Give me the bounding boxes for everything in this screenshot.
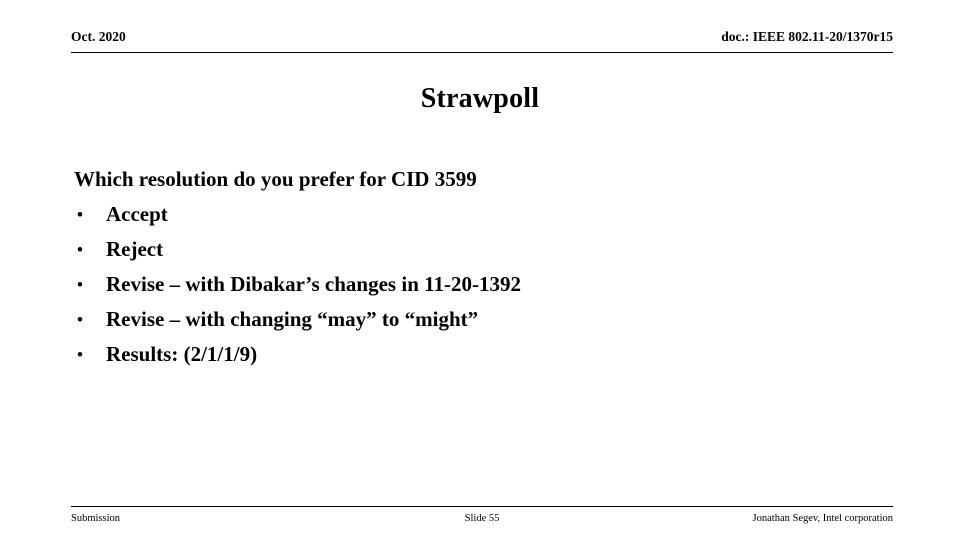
header-date: Oct. 2020	[71, 29, 126, 44]
list-item: • Revise – with Dibakar’s changes in 11-…	[74, 267, 894, 302]
list-item-label: Reject	[106, 237, 164, 261]
header-document-id: doc.: IEEE 802.11-20/1370r15	[721, 29, 893, 44]
list-item: • Results: (2/1/1/9)	[74, 337, 894, 372]
slide-footer: Submission Slide 55 Jonathan Segev, Inte…	[71, 506, 893, 533]
footer-author: Jonathan Segev, Intel corporation	[752, 513, 893, 524]
slide: Oct. 2020 doc.: IEEE 802.11-20/1370r15 S…	[0, 0, 960, 540]
bullet-icon: •	[77, 205, 83, 224]
list-item-label: Results: (2/1/1/9)	[106, 342, 258, 366]
list-item: • Accept	[74, 197, 894, 232]
bullet-icon: •	[77, 240, 83, 259]
list-item: • Reject	[74, 232, 894, 267]
footer-inner: Submission Slide 55 Jonathan Segev, Inte…	[71, 507, 893, 533]
list-item-label: Revise – with Dibakar’s changes in 11-20…	[106, 272, 521, 296]
options-list: • Accept • Reject • Revise – with Dibaka…	[74, 197, 894, 372]
bullet-icon: •	[77, 310, 83, 329]
bullet-icon: •	[77, 345, 83, 364]
page-title: Strawpoll	[420, 83, 540, 114]
list-item: • Revise – with changing “may” to “might…	[74, 302, 894, 337]
slide-header: Oct. 2020 doc.: IEEE 802.11-20/1370r15	[71, 28, 893, 53]
bullet-icon: •	[77, 275, 83, 294]
list-item-label: Revise – with changing “may” to “might”	[106, 307, 479, 331]
slide-body: Which resolution do you prefer for CID 3…	[74, 162, 894, 372]
list-item-label: Accept	[106, 202, 168, 226]
question-line: Which resolution do you prefer for CID 3…	[74, 167, 477, 191]
